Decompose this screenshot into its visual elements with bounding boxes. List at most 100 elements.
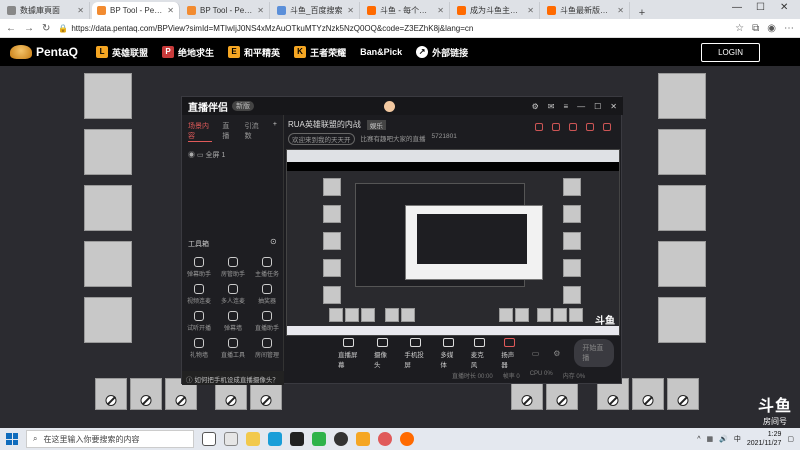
close-tab-icon[interactable]: ✕ (617, 6, 624, 15)
source-camera-button[interactable]: 摄像头 (374, 337, 390, 369)
avatar[interactable] (384, 100, 396, 112)
browser-tab[interactable]: 成为斗鱼主播 - 斗鱼✕ (452, 2, 540, 19)
red-pick-slot[interactable] (658, 73, 706, 119)
tool-danmaku[interactable]: 弹幕助手 (182, 257, 216, 278)
file-explorer-icon[interactable] (246, 432, 260, 446)
nav-lol[interactable]: L 英雄联盟 (96, 46, 148, 59)
windows-start-icon[interactable] (6, 433, 18, 445)
browser-tab-active[interactable]: BP Tool - PentaQ✕ (92, 2, 180, 19)
browser-tab[interactable]: BP Tool - PentaQ✕ (182, 2, 270, 19)
reload-icon[interactable]: ↻ (42, 23, 50, 34)
blue-pick-slot[interactable] (84, 185, 132, 231)
close-tab-icon[interactable]: ✕ (257, 6, 264, 15)
taskbar-search-input[interactable]: ⌕ 在这里输入你要搜索的内容 (26, 430, 194, 448)
nav-honor-of-kings[interactable]: K 王者荣耀 (294, 46, 346, 59)
eye-icon[interactable]: ◉ ▭ (188, 152, 206, 159)
login-button[interactable]: LOGIN (701, 42, 760, 62)
nav-peace-elite[interactable]: E 和平精英 (228, 46, 280, 59)
taskbar-clock[interactable]: 1:29 2021/11/27 (747, 430, 782, 448)
widgets-icon[interactable] (224, 432, 238, 446)
favorites-icon[interactable]: ☆ (735, 23, 744, 34)
browser-tab[interactable]: 斗鱼 - 每个人的直播平✕ (362, 2, 450, 19)
close-icon[interactable]: ✕ (610, 102, 617, 111)
tool-video-link[interactable]: 视频连麦 (182, 284, 216, 305)
source-media-button[interactable]: 多媒体 (440, 337, 456, 369)
input-method-icon[interactable]: 中 (734, 434, 741, 444)
browser-tab[interactable]: 斗鱼最新版下载中心✕ (542, 2, 630, 19)
stream-notice[interactable]: 欢迎来到我的天天开 (288, 133, 355, 145)
minimize-icon[interactable]: — (732, 2, 742, 13)
profile-icon[interactable]: ◉ (767, 23, 776, 34)
nav-ban-pick[interactable]: Ban&Pick (360, 47, 402, 57)
mic-button[interactable]: 麦克风 (471, 337, 487, 369)
wechat-icon[interactable] (312, 432, 326, 446)
gift-icon[interactable] (535, 123, 543, 131)
tab-scene[interactable]: 场景内容 (188, 121, 213, 142)
close-tab-icon[interactable]: ✕ (527, 6, 534, 15)
source-screen-button[interactable]: 直播屏幕 (338, 337, 360, 369)
browser-tab[interactable]: 斗鱼_百度搜索 ✕ (272, 2, 360, 19)
close-tab-icon[interactable]: ✕ (167, 6, 174, 15)
close-tab-icon[interactable]: ✕ (437, 6, 444, 15)
tool-danmaku-wall[interactable]: 弹幕墙 (216, 311, 250, 332)
close-tab-icon[interactable]: ✕ (347, 6, 354, 15)
toolbox-collapse-icon[interactable]: ⊙ (270, 237, 277, 246)
blue-pick-slot[interactable] (84, 241, 132, 287)
more-menu-icon[interactable]: ⋯ (784, 23, 794, 34)
phone-camera-tip[interactable]: ⓘ 如何把手机设成直播摄像头？ (182, 371, 284, 385)
red-pick-slot[interactable] (658, 129, 706, 175)
nav-pubg[interactable]: P 绝地求生 (162, 46, 214, 59)
ban-slot[interactable] (130, 378, 162, 410)
stream-title[interactable]: RUA英雄联盟的内战 (288, 119, 361, 130)
volume-icon[interactable]: 🔊 (719, 435, 728, 443)
fans-icon[interactable] (569, 123, 577, 131)
menu-icon[interactable]: ≡ (563, 102, 568, 111)
edge-icon[interactable] (268, 432, 282, 446)
red-pick-slot[interactable] (658, 297, 706, 343)
douyu-icon[interactable] (400, 432, 414, 446)
tool-room-admin[interactable]: 房管助手 (216, 257, 250, 278)
new-tab-button[interactable]: + (634, 7, 650, 19)
notification-icon[interactable] (586, 123, 594, 131)
lock-icon[interactable] (552, 123, 560, 131)
network-icon[interactable]: ▦ (707, 435, 714, 443)
message-icon[interactable]: ✉ (548, 102, 555, 111)
ban-slot[interactable] (667, 378, 699, 410)
close-tab-icon[interactable]: ✕ (77, 6, 84, 15)
blue-pick-slot[interactable] (84, 297, 132, 343)
blue-pick-slot[interactable] (84, 73, 132, 119)
app-icon[interactable] (334, 432, 348, 446)
minimize-icon[interactable]: — (577, 102, 585, 111)
tab-live[interactable]: 直播 (222, 121, 234, 142)
app-icon[interactable] (378, 432, 392, 446)
ban-slot[interactable] (95, 378, 127, 410)
forward-icon[interactable]: → (24, 23, 34, 34)
share-icon[interactable] (603, 123, 611, 131)
red-pick-slot[interactable] (658, 241, 706, 287)
start-live-button[interactable]: 开始直播 (574, 339, 615, 367)
source-phone-button[interactable]: 手机投屏 (404, 337, 426, 369)
maximize-icon[interactable]: ☐ (594, 102, 601, 111)
notification-center-icon[interactable]: ▢ (787, 435, 794, 443)
app-icon[interactable] (356, 432, 370, 446)
maximize-icon[interactable]: ☐ (756, 2, 765, 13)
settings-icon[interactable]: ⚙ (532, 102, 539, 111)
tool-gift-wall[interactable]: 礼物墙 (182, 338, 216, 359)
tool-task[interactable]: 主播任务 (250, 257, 284, 278)
tool-live-assistant[interactable]: 直播助手 (250, 311, 284, 332)
tool-trial[interactable]: 试听开播 (182, 311, 216, 332)
nav-external-links[interactable]: ↗ 外部链接 (416, 46, 468, 59)
blue-pick-slot[interactable] (84, 129, 132, 175)
ban-slot[interactable] (632, 378, 664, 410)
tray-expand-icon[interactable]: ^ (697, 436, 700, 443)
qq-icon[interactable] (290, 432, 304, 446)
back-icon[interactable]: ← (6, 23, 16, 34)
speaker-button[interactable]: 扬声器 (501, 337, 517, 369)
add-icon[interactable]: + (273, 121, 277, 142)
video-icon[interactable]: ▭ (532, 349, 540, 358)
tool-live-tools[interactable]: 直播工具 (216, 338, 250, 359)
collections-icon[interactable]: ⧉ (752, 23, 759, 34)
tool-lottery[interactable]: 抽奖器 (250, 284, 284, 305)
url-field[interactable]: 🔒 https://data.pentaq.com/BPView?simId=MT… (58, 24, 727, 33)
tool-multi-link[interactable]: 多人连麦 (216, 284, 250, 305)
